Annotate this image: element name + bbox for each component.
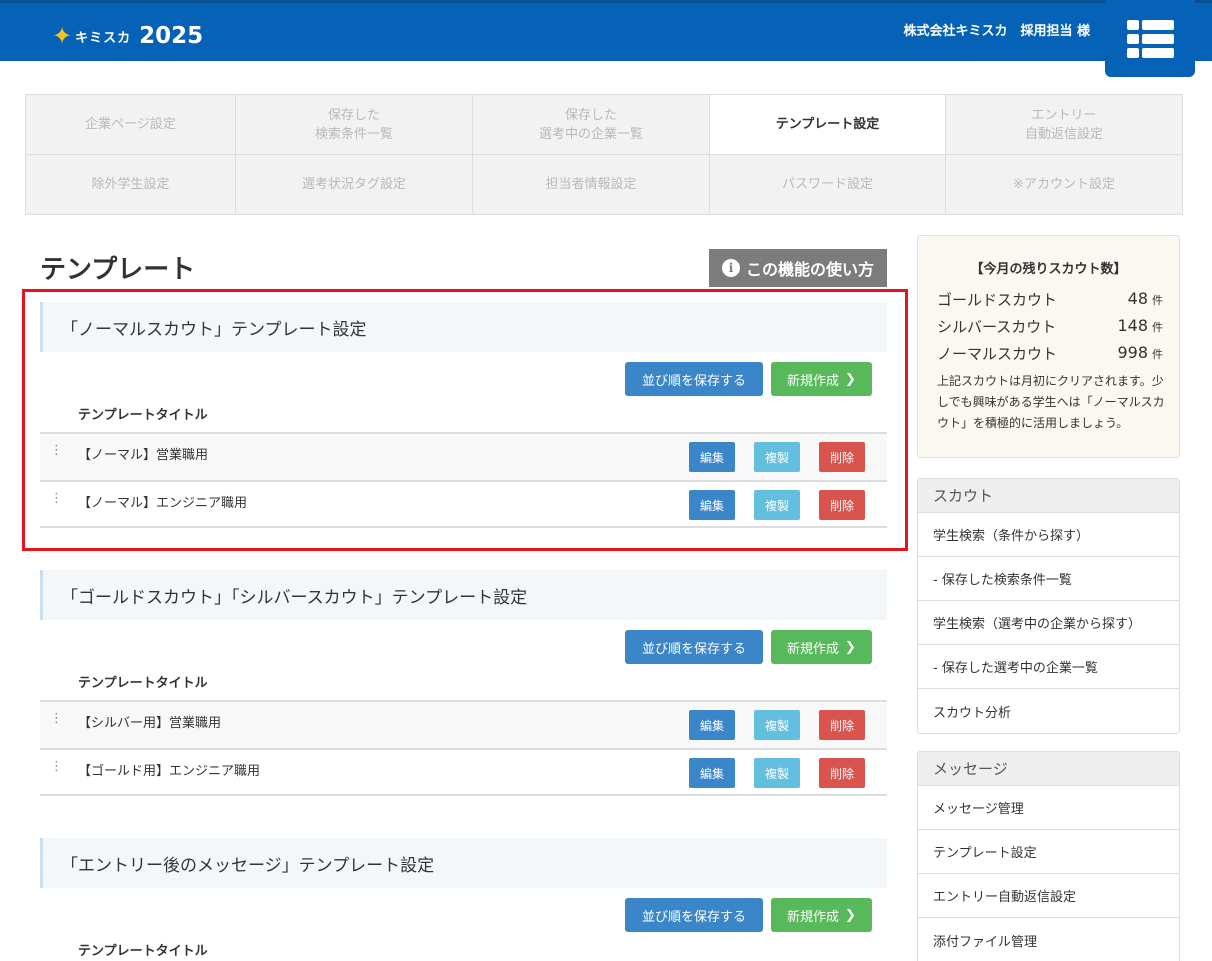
highlight-frame (22, 289, 908, 551)
new-label: 新規作成 (787, 909, 840, 925)
star-logo-icon: ✦ (52, 22, 73, 50)
howto-button[interactable]: i この機能の使い方 (709, 249, 887, 287)
nav-saved-search-conditions[interactable]: 保存した 検索条件一覧 (236, 95, 473, 155)
nav-template-settings[interactable]: テンプレート設定 (710, 95, 946, 155)
app-header: ✦ キミスカ 2025 株式会社キミスカ 採用担当 様 (0, 0, 1212, 61)
sidebar-item-attachments[interactable]: 添付ファイル管理 (918, 918, 1179, 961)
new-template-button[interactable]: 新規作成 ❯ (771, 898, 872, 932)
drag-handle-icon[interactable]: ⋮ (50, 712, 63, 725)
nav-saved-selecting-companies[interactable]: 保存した 選考中の企業一覧 (473, 95, 710, 155)
grid-menu-icon (1126, 19, 1174, 58)
template-title: 【シルバー用】営業職用 (78, 716, 222, 731)
message-menu: メッセージ メッセージ管理 テンプレート設定 エントリー自動返信設定 添付ファイ… (917, 751, 1180, 961)
main-menu-button[interactable] (1105, 0, 1195, 77)
drag-handle-icon[interactable]: ⋮ (50, 760, 63, 773)
quota-note: 上記スカウトは月初にクリアされます。少しでも興味がある学生へは「ノーマルスカウト… (937, 374, 1165, 430)
quota-unit: 件 (1152, 321, 1163, 334)
table-row: ⋮ 【ゴールド用】エンジニア職用 編集 複製 削除 (40, 748, 887, 796)
sidebar-item-entry-auto-reply[interactable]: エントリー自動返信設定 (918, 874, 1179, 918)
message-menu-heading: メッセージ (918, 752, 1179, 786)
delete-button[interactable]: 削除 (819, 710, 865, 740)
logo-brand-text: キミスカ (75, 30, 132, 46)
sidebar-item-saved-companies[interactable]: - 保存した選考中の企業一覧 (918, 645, 1179, 689)
kimisuka-logo[interactable]: ✦ キミスカ 2025 (52, 23, 203, 49)
nav-entry-auto-reply[interactable]: エントリー 自動返信設定 (946, 95, 1182, 155)
nav-company-page[interactable]: 企業ページ設定 (26, 95, 236, 155)
quota-title: 【今月の残りスカウト数】 (970, 262, 1127, 277)
quota-unit: 件 (1152, 348, 1163, 361)
entry-message-section: 「エントリー後のメッセージ」テンプレート設定 並び順を保存する 新規作成 ❯ テン… (40, 838, 887, 961)
duplicate-button[interactable]: 複製 (754, 710, 800, 740)
quota-normal: ノーマルスカウト 998 件 (937, 343, 1163, 364)
sidebar-item-saved-search-conditions[interactable]: - 保存した検索条件一覧 (918, 557, 1179, 601)
quota-silver: シルバースカウト 148 件 (937, 316, 1163, 337)
section-heading: 「エントリー後のメッセージ」テンプレート設定 (40, 838, 887, 888)
quota-label: ノーマルスカウト (937, 345, 1058, 363)
save-order-button[interactable]: 並び順を保存する (625, 630, 763, 664)
section-heading: 「ゴールドスカウト」「シルバースカウト」テンプレート設定 (40, 570, 887, 620)
sidebar-item-message-management[interactable]: メッセージ管理 (918, 786, 1179, 830)
template-title: 【ゴールド用】エンジニア職用 (78, 764, 261, 779)
howto-label: この機能の使い方 (745, 260, 874, 279)
settings-nav: 企業ページ設定 保存した 検索条件一覧 保存した 選考中の企業一覧 テンプレート… (25, 94, 1183, 215)
new-label: 新規作成 (787, 641, 840, 657)
table-row: ⋮ 【シルバー用】営業職用 編集 複製 削除 (40, 700, 887, 748)
chevron-right-icon: ❯ (845, 907, 856, 923)
nav-excluded-students[interactable]: 除外学生設定 (26, 155, 236, 214)
sidebar-item-template-settings[interactable]: テンプレート設定 (918, 830, 1179, 874)
edit-button[interactable]: 編集 (689, 758, 735, 788)
quota-gold: ゴールドスカウト 48 件 (937, 289, 1163, 310)
sidebar-item-student-search-conditions[interactable]: 学生検索（条件から探す） (918, 513, 1179, 557)
quota-count: 998 (1117, 343, 1148, 362)
nav-password[interactable]: パスワード設定 (710, 155, 946, 214)
save-order-button[interactable]: 並び順を保存する (625, 898, 763, 932)
column-header-title: テンプレートタイトル (78, 944, 208, 959)
edit-button[interactable]: 編集 (689, 710, 735, 740)
scout-menu: スカウト 学生検索（条件から探す） - 保存した検索条件一覧 学生検索（選考中の… (917, 478, 1180, 734)
new-template-button[interactable]: 新規作成 ❯ (771, 630, 872, 664)
user-name: 株式会社キミスカ 採用担当 様 (903, 24, 1090, 39)
duplicate-button[interactable]: 複製 (754, 758, 800, 788)
scout-menu-heading: スカウト (918, 479, 1179, 513)
gold-silver-scout-section: 「ゴールドスカウト」「シルバースカウト」テンプレート設定 並び順を保存する 新規… (40, 570, 887, 798)
quota-unit: 件 (1152, 294, 1163, 307)
quota-label: シルバースカウト (937, 318, 1057, 336)
logo-year: 2025 (139, 23, 204, 49)
sidebar-item-scout-analysis[interactable]: スカウト分析 (918, 689, 1179, 733)
delete-button[interactable]: 削除 (819, 758, 865, 788)
nav-account[interactable]: ※アカウント設定 (946, 155, 1182, 214)
quota-count: 48 (1127, 289, 1148, 308)
quota-count: 148 (1117, 316, 1148, 335)
sidebar-item-student-search-companies[interactable]: 学生検索（選考中の企業から探す） (918, 601, 1179, 645)
page-title: テンプレート (40, 255, 196, 285)
nav-selection-status-tags[interactable]: 選考状況タグ設定 (236, 155, 473, 214)
scout-quota-panel: 【今月の残りスカウト数】 ゴールドスカウト 48 件 シルバースカウト 148 件 … (917, 235, 1180, 458)
chevron-right-icon: ❯ (845, 639, 856, 655)
quota-label: ゴールドスカウト (937, 291, 1058, 309)
info-icon: i (721, 259, 740, 277)
column-header-title: テンプレートタイトル (78, 676, 208, 691)
nav-staff-info[interactable]: 担当者情報設定 (473, 155, 710, 214)
